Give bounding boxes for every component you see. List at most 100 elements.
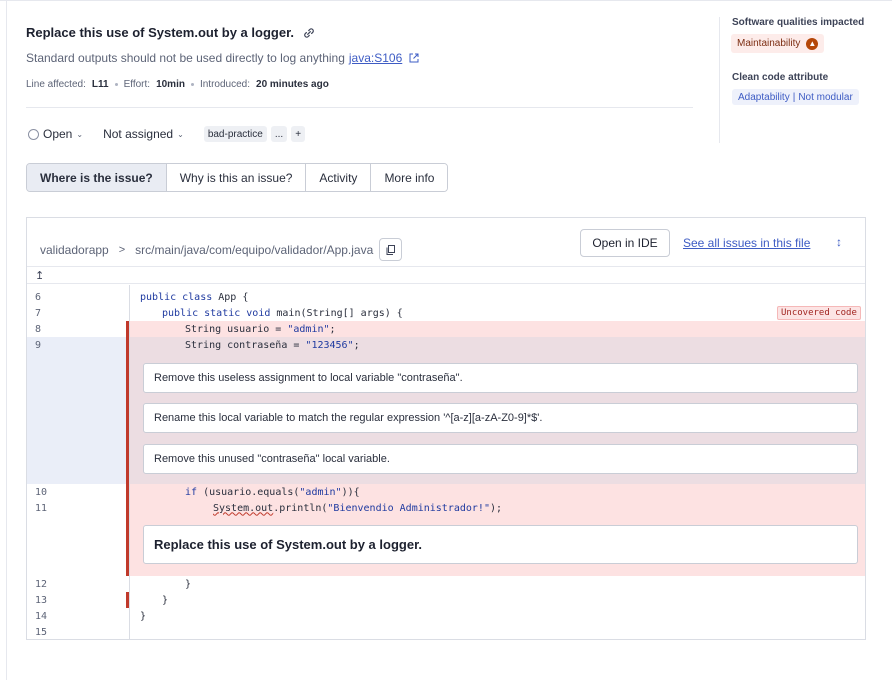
line-number: 8	[35, 323, 42, 335]
code-line: 13 }	[27, 592, 865, 608]
code-fragment: App {	[212, 291, 249, 303]
line-number: 9	[35, 339, 42, 351]
code-text: String usuario = "admin";	[185, 324, 336, 335]
code-line: 8 String usuario = "admin";	[27, 321, 865, 337]
rule-link[interactable]: java:S106	[349, 51, 402, 65]
file-breadcrumb: validadorapp > src/main/java/com/equipo/…	[40, 238, 403, 261]
breadcrumb-separator: >	[118, 243, 126, 256]
line-number: 15	[35, 626, 48, 638]
code-fragment: main(String[] args) {	[270, 307, 403, 319]
clean-tag-not-modular: Not modular	[798, 91, 853, 103]
line-number: 11	[35, 502, 48, 514]
tab-where[interactable]: Where is the issue?	[27, 164, 166, 191]
issue-location-bg	[27, 337, 129, 484]
code-text: if (usuario.equals("admin")){	[185, 487, 360, 498]
code-fragment: String usuario =	[185, 323, 288, 335]
assignee-dropdown[interactable]: Not assigned ⌄	[103, 127, 184, 141]
description-text: Standard outputs should not be used dire…	[26, 51, 345, 65]
keyword: public static void	[162, 307, 271, 319]
status-dropdown[interactable]: Open ⌄	[28, 127, 83, 141]
line-number: 13	[35, 594, 48, 606]
status-bar: Open ⌄ Not assigned ⌄ bad-practice ... +	[28, 126, 306, 142]
separator-dot	[190, 83, 194, 86]
code-text: public class App {	[140, 292, 248, 303]
code-fragment: ;	[329, 323, 336, 335]
code-text: }	[185, 578, 192, 590]
tag-more[interactable]: ...	[270, 126, 288, 142]
chevron-down-icon: ⌄	[76, 129, 84, 139]
issue-title: Replace this use of System.out by a logg…	[26, 25, 316, 40]
keyword: if	[185, 486, 198, 498]
line-number: 6	[35, 291, 42, 303]
string-literal: "admin"	[287, 323, 330, 335]
assignee-label: Not assigned	[103, 127, 174, 141]
code-viewer: 6 public class App { 7 public static voi…	[27, 285, 865, 639]
copy-path-button[interactable]	[379, 238, 403, 261]
code-line: 7 public static void main(String[] args)…	[27, 305, 865, 321]
see-all-issues-link[interactable]: See all issues in this file	[683, 236, 810, 250]
line-number: 12	[35, 578, 48, 590]
line-label: Line affected:	[26, 79, 86, 90]
separator-dot	[114, 83, 118, 86]
external-link-icon[interactable]	[408, 52, 420, 64]
code-fragment: (usuario.equals(	[197, 486, 300, 498]
issue-highlight[interactable]: System.out	[213, 503, 273, 514]
issue-description: Standard outputs should not be used dire…	[26, 51, 420, 65]
clean-tag-separator: |	[792, 91, 796, 103]
top-divider	[0, 0, 892, 1]
open-in-ide-button[interactable]: Open in IDE	[580, 229, 670, 257]
issue-message[interactable]: Remove this unused "contraseña" local va…	[143, 444, 858, 474]
left-divider	[6, 0, 7, 680]
issue-meta: Line affected: L11 Effort: 10min Introdu…	[26, 79, 329, 90]
expand-icon[interactable]: ↕	[831, 234, 847, 250]
issue-title-text: Replace this use of System.out by a logg…	[26, 25, 295, 40]
issue-tabs: Where is the issue? Why is this an issue…	[26, 163, 449, 192]
header-divider	[26, 107, 693, 108]
code-fragment: .println(	[273, 502, 328, 514]
code-text: }	[162, 594, 169, 606]
effort-label: Effort:	[123, 79, 151, 90]
clean-code-tag[interactable]: Adaptability | Not modular	[732, 89, 859, 105]
add-tag-button[interactable]: +	[291, 126, 306, 142]
copy-icon	[386, 244, 395, 255]
clean-code-heading: Clean code attribute	[732, 72, 829, 83]
issue-message[interactable]: Rename this local variable to match the …	[143, 403, 858, 433]
code-fragment: )){	[341, 486, 360, 498]
chevron-up-icon: ▲	[806, 37, 819, 50]
uncovered-code-badge: Uncovered code	[777, 306, 861, 320]
code-line: 14 }	[27, 608, 865, 624]
qualities-heading: Software qualities impacted	[732, 17, 865, 28]
maintainability-tag[interactable]: Maintainability ▲	[731, 34, 825, 53]
string-literal: "Bienvendio Administrador!"	[327, 502, 490, 514]
code-line: 9 String contraseña = "123456";	[27, 337, 865, 353]
primary-issue-message[interactable]: Replace this use of System.out by a logg…	[143, 525, 858, 564]
introduced-value: 20 minutes ago	[256, 79, 329, 90]
tab-why[interactable]: Why is this an issue?	[165, 164, 306, 191]
line-number: 14	[35, 610, 48, 622]
clean-tag-adaptability: Adaptability	[738, 91, 790, 103]
line-number: 10	[35, 486, 48, 498]
code-fragment: );	[489, 502, 503, 514]
code-text: String contraseña = "123456";	[185, 340, 360, 351]
tab-more-info[interactable]: More info	[370, 164, 448, 191]
link-icon[interactable]	[302, 26, 316, 40]
code-text: System.out.println("Bienvendio Administr…	[213, 503, 502, 514]
status-circle-icon	[28, 128, 39, 140]
tab-activity[interactable]: Activity	[305, 164, 371, 191]
string-literal: "123456"	[305, 339, 354, 351]
project-name[interactable]: validadorapp	[40, 243, 109, 257]
effort-value: 10min	[156, 79, 185, 90]
chevron-down-icon: ⌄	[177, 129, 184, 139]
tag-bad-practice[interactable]: bad-practice	[203, 126, 267, 142]
code-line: 10 if (usuario.equals("admin")){	[27, 484, 865, 500]
line-number: 7	[35, 307, 42, 319]
file-header: validadorapp > src/main/java/com/equipo/…	[27, 218, 865, 267]
sidebar-divider	[719, 17, 720, 143]
expand-up-icon[interactable]: ↥	[35, 269, 44, 282]
status-label: Open	[43, 127, 73, 141]
string-literal: "admin"	[299, 486, 342, 498]
expand-up-row: ↥	[27, 268, 865, 284]
code-text: }	[140, 610, 147, 622]
issue-message[interactable]: Remove this useless assignment to local …	[143, 363, 858, 393]
introduced-label: Introduced:	[199, 79, 251, 90]
